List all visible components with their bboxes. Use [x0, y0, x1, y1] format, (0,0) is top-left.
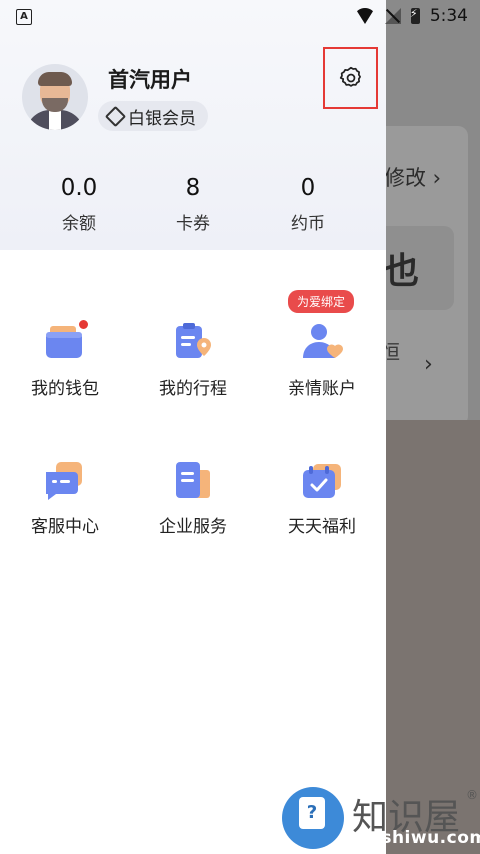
stat-coupons-value: 8 — [185, 175, 201, 201]
menu-item-daily-welfare-label: 天天福利 — [288, 517, 356, 537]
menu-item-daily-welfare[interactable]: 天天福利 — [262, 458, 382, 537]
menu-item-wallet-label: 我的钱包 — [31, 379, 99, 399]
customer-service-icon — [42, 458, 88, 504]
stat-coupons-label: 卡券 — [176, 214, 210, 234]
stat-balance-label: 余额 — [62, 214, 96, 234]
menu-item-family-account[interactable]: 亲情账户 — [262, 320, 382, 399]
menu-item-enterprise-label: 企业服务 — [159, 517, 227, 537]
background-big-char: 也 — [383, 251, 420, 292]
app-notification-icon: A — [16, 9, 32, 25]
menu-item-trip[interactable]: 我的行程 — [133, 320, 253, 399]
stat-coins-value: 0 — [300, 175, 316, 201]
family-account-icon — [299, 320, 345, 366]
menu-item-customer-service[interactable]: 客服中心 — [5, 458, 125, 537]
menu-item-enterprise[interactable]: 企业服务 — [133, 458, 253, 537]
settings-button[interactable] — [323, 47, 378, 109]
bind-for-love-tag: 为爱绑定 — [288, 290, 355, 313]
watermark-logo-icon: ? — [282, 787, 344, 849]
wallet-icon — [42, 318, 90, 366]
trip-icon — [170, 320, 216, 366]
avatar[interactable] — [22, 64, 88, 130]
stat-coins[interactable]: 0 约币 — [248, 175, 368, 234]
diamond-icon — [104, 105, 127, 127]
battery-charging-icon — [410, 7, 420, 24]
enterprise-icon — [170, 458, 216, 504]
watermark-registered: ® — [466, 788, 478, 802]
notification-dot — [77, 318, 90, 331]
watermark-url: zhishiwu.com — [352, 828, 480, 848]
gear-icon — [339, 66, 361, 87]
menu-item-customer-service-label: 客服中心 — [31, 517, 99, 537]
menu-item-wallet[interactable]: 我的钱包 — [5, 318, 125, 399]
member-level-label: 白银会员 — [128, 108, 196, 129]
wifi-icon — [354, 8, 375, 24]
background-modify-text: 修改 › — [384, 166, 442, 190]
stat-balance[interactable]: 0.0 余额 — [19, 175, 139, 234]
stat-coupons[interactable]: 8 卡券 — [133, 175, 253, 234]
daily-welfare-icon — [299, 458, 345, 504]
member-level-badge[interactable]: 白银会员 — [98, 101, 208, 131]
stat-coins-label: 约币 — [291, 214, 325, 234]
background-chevron-icon: › — [424, 352, 433, 377]
no-signal-icon — [384, 8, 401, 24]
status-bar: A 5:34 — [0, 0, 480, 34]
menu-item-trip-label: 我的行程 — [159, 379, 227, 399]
menu-item-family-account-label: 亲情账户 — [288, 379, 356, 399]
status-time: 5:34 — [429, 6, 468, 26]
stat-balance-value: 0.0 — [60, 175, 98, 201]
username[interactable]: 首汽用户 — [108, 64, 192, 94]
